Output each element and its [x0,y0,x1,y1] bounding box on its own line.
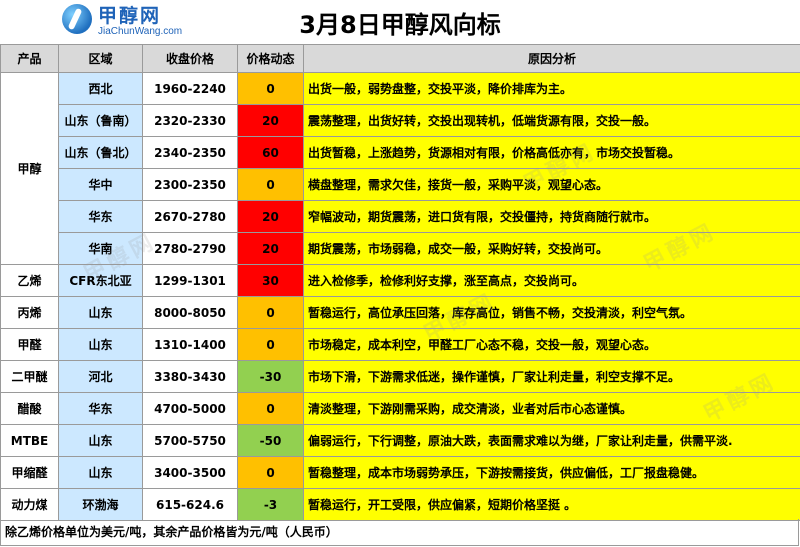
price-change-cell: 0 [237,456,304,489]
column-header-change: 价格动态 [237,44,304,73]
price-cell: 2780-2790 [142,232,238,265]
column-header-region: 区域 [58,44,143,73]
table-header-row: 产品 区域 收盘价格 价格动态 原因分析 [0,44,800,73]
product-cell: 二甲醚 [0,360,59,393]
region-cell: 华东 [58,392,143,425]
column-header-product: 产品 [0,44,59,73]
table-row: 甲醇 西北 1960-2240 0 出货一般，弱势盘整，交投平淡，降价排库为主。 [0,72,800,265]
price-cell: 3380-3430 [142,360,238,393]
table-row: 华东 2670-2780 20 窄幅波动，期货震荡，进口货有限，交投僵持，持货商随行就… [1,200,800,233]
price-cell: 615-624.6 [142,488,238,521]
analysis-cell: 震荡整理，出货好转，交投出现转机，低端货源有限，交投一般。 [303,104,800,137]
column-header-price: 收盘价格 [142,44,238,73]
region-cell: 山东 [58,456,143,489]
table-row: 甲缩醛 山东 3400-3500 0 暂稳整理，成本市场弱势承压，下游按需接货，供应偏低… [0,456,800,489]
column-header-analysis: 原因分析 [303,44,800,73]
price-cell: 2300-2350 [142,168,238,201]
table-row: 华南 2780-2790 20 期货震荡，市场弱稳，成交一般，采购好转，交投尚可。 [1,232,800,265]
region-cell: 华南 [58,232,143,265]
analysis-cell: 出货暂稳，上涨趋势，货源相对有限，价格高低亦有，市场交投暂稳。 [303,136,800,169]
product-cell: MTBE [0,424,59,457]
table-row: 山东（鲁南） 2320-2330 20 震荡整理，出货好转，交投出现转机，低端货源有限… [1,104,800,137]
price-change-cell: -3 [237,488,304,521]
table-body: 甲醇 西北 1960-2240 0 出货一般，弱势盘整，交投平淡，降价排库为主。 山东（鲁… [0,72,800,521]
price-change-cell: 30 [237,264,304,297]
price-cell: 2320-2330 [142,104,238,137]
table-row: 二甲醚 河北 3380-3430 -30 市场下滑，下游需求低迷，操作谨慎，厂家让利走量… [0,360,800,393]
price-cell: 2340-2350 [142,136,238,169]
product-cell: 醋酸 [0,392,59,425]
table-row: 山东（鲁北） 2340-2350 60 出货暂稳，上涨趋势，货源相对有限，价格高低亦有… [1,136,800,169]
analysis-cell: 期货震荡，市场弱稳，成交一般，采购好转，交投尚可。 [303,232,800,265]
price-change-cell: 0 [237,328,304,361]
table-row: 丙烯 山东 8000-8050 0 暂稳运行，高位承压回落，库存高位，销售不畅，交投清淡… [0,296,800,329]
analysis-cell: 出货一般，弱势盘整，交投平淡，降价排库为主。 [303,72,800,105]
price-cell: 1960-2240 [142,72,238,105]
price-cell: 3400-3500 [142,456,238,489]
analysis-cell: 窄幅波动，期货震荡，进口货有限，交投僵持，持货商随行就市。 [303,200,800,233]
price-cell: 1310-1400 [142,328,238,361]
analysis-cell: 市场稳定，成本利空，甲醛工厂心态不稳，交投一般，观望心态。 [303,328,800,361]
price-cell: 2670-2780 [142,200,238,233]
product-cell: 甲醇 [0,72,59,265]
analysis-cell: 进入检修季，检修利好支撑，涨至高点，交投尚可。 [303,264,800,297]
page-header: 甲醇网 JiaChunWang.com 3月8日甲醇风向标 [0,0,800,45]
region-cell: CFR东北亚 [58,264,143,297]
product-cell: 乙烯 [0,264,59,297]
analysis-cell: 市场下滑，下游需求低迷，操作谨慎，厂家让利走量，利空支撑不足。 [303,360,800,393]
region-cell: 西北 [58,72,143,105]
table-row: 醋酸 华东 4700-5000 0 清淡整理，下游刚需采购，成交清淡，业者对后市心态谨慎… [0,392,800,425]
analysis-cell: 偏弱运行，下行调整，原油大跌，表面需求难以为继，厂家让利走量，供需平淡. [303,424,800,457]
region-cell: 山东 [58,424,143,457]
region-cell: 华东 [58,200,143,233]
region-cell: 山东（鲁北） [58,136,143,169]
product-cell: 丙烯 [0,296,59,329]
region-cell: 华中 [58,168,143,201]
price-change-cell: 20 [237,104,304,137]
analysis-cell: 清淡整理，下游刚需采购，成交清淡，业者对后市心态谨慎。 [303,392,800,425]
product-cell: 甲缩醛 [0,456,59,489]
region-cell: 山东（鲁南） [58,104,143,137]
price-cell: 5700-5750 [142,424,238,457]
analysis-cell: 暂稳整理，成本市场弱势承压，下游按需接货，供应偏低，工厂报盘稳健。 [303,456,800,489]
price-cell: 4700-5000 [142,392,238,425]
analysis-cell: 暂稳运行，开工受限，供应偏紧，短期价格坚挺 。 [303,488,800,521]
page-title: 3月8日甲醇风向标 [299,11,501,39]
price-change-cell: 0 [237,72,304,105]
product-cell: 甲醛 [0,328,59,361]
region-cell: 环渤海 [58,488,143,521]
table-row: MTBE 山东 5700-5750 -50 偏弱运行，下行调整，原油大跌，表面需求难以为… [0,424,800,457]
unit-note: 除乙烯价格单位为美元/吨，其余产品价格皆为元/吨（人民币） [0,519,799,546]
price-cell: 1299-1301 [142,264,238,297]
price-change-cell: 60 [237,136,304,169]
price-change-cell: 20 [237,232,304,265]
price-change-cell: 0 [237,168,304,201]
region-cell: 山东 [58,328,143,361]
price-cell: 8000-8050 [142,296,238,329]
price-change-cell: 0 [237,296,304,329]
price-change-cell: -50 [237,424,304,457]
price-change-cell: 0 [237,392,304,425]
region-cell: 山东 [58,296,143,329]
table-row: 华中 2300-2350 0 横盘整理，需求欠佳，接货一般，采购平淡，观望心态。 [1,168,800,201]
table-row: 甲醛 山东 1310-1400 0 市场稳定，成本利空，甲醛工厂心态不稳，交投一般，观望… [0,328,800,361]
price-change-cell: 20 [237,200,304,233]
analysis-cell: 暂稳运行，高位承压回落，库存高位，销售不畅，交投清淡，利空气氛。 [303,296,800,329]
table-row: 动力煤 环渤海 615-624.6 -3 暂稳运行，开工受限，供应偏紧，短期价格坚挺 。 [0,488,800,521]
price-table-container: 产品 区域 收盘价格 价格动态 原因分析 甲醇 西北 1960-2240 0 出货一般，… [0,44,800,521]
price-change-cell: -30 [237,360,304,393]
table-row: 乙烯 CFR东北亚 1299-1301 30 进入检修季，检修利好支撑，涨至高点，交投尚… [0,264,800,297]
product-cell: 动力煤 [0,488,59,521]
analysis-cell: 横盘整理，需求欠佳，接货一般，采购平淡，观望心态。 [303,168,800,201]
region-cell: 河北 [58,360,143,393]
price-table: 产品 区域 收盘价格 价格动态 原因分析 甲醇 西北 1960-2240 0 出货一般，… [0,44,800,521]
